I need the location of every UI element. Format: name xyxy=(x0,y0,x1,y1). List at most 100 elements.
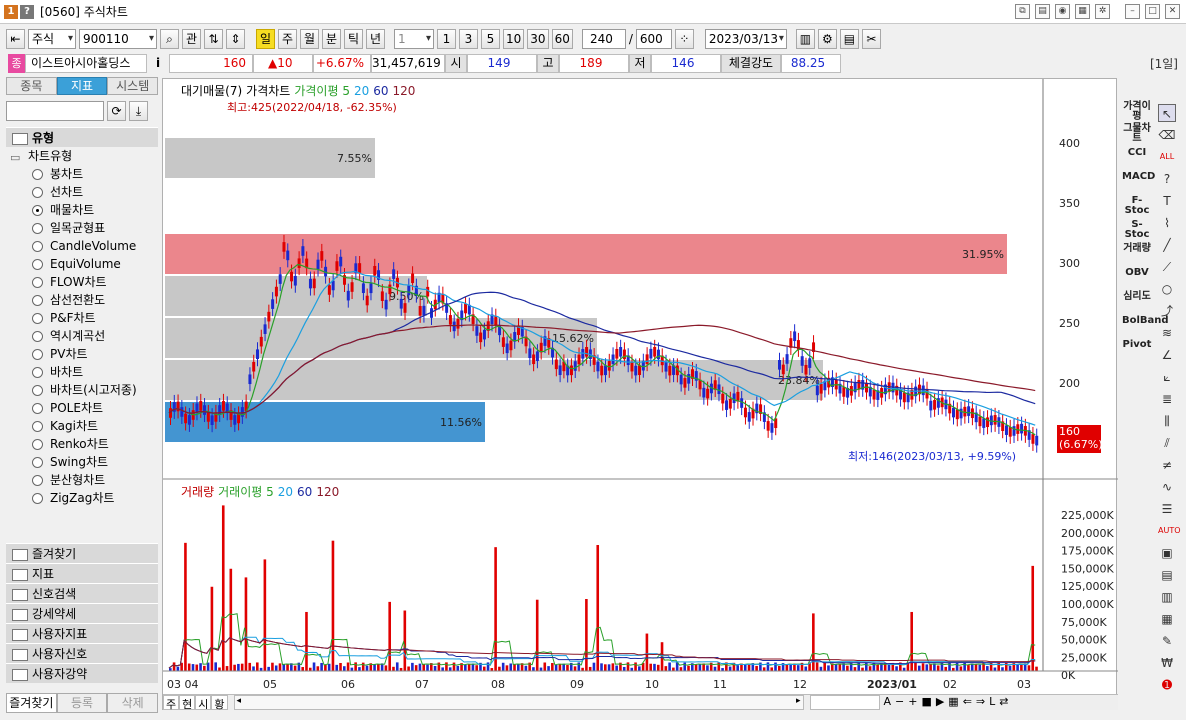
pattern-icon[interactable]: ⌇ xyxy=(1158,214,1176,232)
quick-60-button[interactable]: 60 xyxy=(551,29,573,49)
chart-type-option[interactable]: CandleVolume xyxy=(6,237,158,255)
indicator-search-input[interactable] xyxy=(6,101,104,121)
cycle-icon[interactable]: ⫼ xyxy=(1158,412,1176,430)
bar-chart-icon[interactable]: ▥ xyxy=(1158,588,1176,606)
chart-type-option[interactable]: 바차트 xyxy=(6,363,158,381)
tab-indicators[interactable]: 지표 xyxy=(56,77,108,95)
info-icon[interactable]: i xyxy=(147,56,169,70)
chart-type-option[interactable]: 분산형차트 xyxy=(6,471,158,489)
fan-icon[interactable]: ⟀ xyxy=(1158,368,1176,386)
left-section-item[interactable]: 즐겨찾기 xyxy=(6,543,158,563)
chart-svg[interactable]: 7.55%31.95%9.50%15.62%23.84%11.56%400350… xyxy=(163,79,1118,711)
prev-stock-icon[interactable]: ⇤ xyxy=(6,29,25,49)
zoom-icon[interactable]: ⁘ xyxy=(674,29,694,49)
gwan-button[interactable]: 관 xyxy=(182,29,201,49)
chart-type-option[interactable]: Swing차트 xyxy=(6,453,158,471)
left-section-item[interactable]: 지표 xyxy=(6,563,158,583)
left-section-item[interactable]: 사용자신호 xyxy=(6,643,158,663)
indicator-shortcut[interactable]: F-Stoc xyxy=(1122,196,1152,220)
count-stepper[interactable]: 240 xyxy=(581,29,626,49)
chart-settings-icon[interactable]: ⚙ xyxy=(817,29,837,49)
bottom-tab-status[interactable]: 황 xyxy=(211,695,228,711)
indicator-shortcut[interactable]: 거래량 xyxy=(1122,244,1152,268)
indicator-shortcut[interactable]: CCI xyxy=(1122,148,1152,172)
save-icon[interactable]: ▤ xyxy=(1035,4,1050,19)
legend-item[interactable]: 가격차트 xyxy=(246,84,290,98)
eraser-icon[interactable]: ⌫ xyxy=(1158,126,1176,144)
scroll-right-icon[interactable]: ▸ xyxy=(796,696,801,706)
favorites-tab[interactable]: 즐겨찾기 xyxy=(6,693,57,713)
link-icon[interactable]: ⧉ xyxy=(1015,4,1030,19)
indicator-shortcut[interactable]: 심리도 xyxy=(1122,292,1152,316)
document-icon[interactable]: ▤ xyxy=(1158,566,1176,584)
maximize-icon[interactable]: □ xyxy=(1145,4,1160,19)
period-month-button[interactable]: 월 xyxy=(300,29,319,49)
search-icon[interactable]: ⌕ xyxy=(160,29,179,49)
indicator-shortcut[interactable]: 가격이평 xyxy=(1122,102,1152,124)
cursor-icon[interactable]: ↖ xyxy=(1158,104,1176,122)
wave-icon[interactable]: ∿ xyxy=(1158,478,1176,496)
market-select[interactable]: 주식 xyxy=(28,29,76,49)
channel-icon[interactable]: ⫽ xyxy=(1158,434,1176,452)
legend-item[interactable]: 120 xyxy=(316,485,339,499)
chart-type-option[interactable]: 매물차트 xyxy=(6,201,158,219)
help-badge[interactable]: ? xyxy=(20,4,34,19)
indicator-shortcut[interactable]: S-Stoc xyxy=(1122,220,1152,244)
circle-icon[interactable]: ○ xyxy=(1158,280,1176,298)
stock-code-input[interactable]: 900110 xyxy=(79,29,157,49)
quick-30-button[interactable]: 30 xyxy=(527,29,549,49)
legend-item[interactable]: 거래량 xyxy=(181,485,214,499)
chart-type-option[interactable]: 바차트(시고저종) xyxy=(6,381,158,399)
left-section-item[interactable]: 사용자지표 xyxy=(6,623,158,643)
period-day-button[interactable]: 일 xyxy=(256,29,275,49)
indicator-shortcut[interactable]: MACD xyxy=(1122,172,1155,196)
indicator-shortcut[interactable]: BolBand xyxy=(1122,316,1169,340)
legend-item[interactable]: 20 xyxy=(278,485,293,499)
chart-type-option[interactable]: ZigZag차트 xyxy=(6,489,158,507)
table-icon[interactable]: ▦ xyxy=(1158,610,1176,628)
updown-icon[interactable]: ⇕ xyxy=(226,29,245,49)
left-section-item[interactable]: 신호검색 xyxy=(6,583,158,603)
zigzag-icon[interactable]: ≋ xyxy=(1158,324,1176,342)
legend-item[interactable]: 60 xyxy=(373,84,388,98)
chart-type-option[interactable]: 봉차트 xyxy=(6,165,158,183)
bottom-tab-market[interactable]: 시 xyxy=(195,695,212,711)
quick-5-button[interactable]: 5 xyxy=(481,29,500,49)
gann-icon[interactable]: ∠ xyxy=(1158,346,1176,364)
left-section-item[interactable]: 강세약세 xyxy=(6,603,158,623)
minimize-icon[interactable]: – xyxy=(1125,4,1140,19)
tab-stocks[interactable]: 종목 xyxy=(6,77,57,95)
quick-3-button[interactable]: 3 xyxy=(459,29,478,49)
chart-type-option[interactable]: Kagi차트 xyxy=(6,417,158,435)
legend-item[interactable]: 가격이평 5 xyxy=(294,84,350,98)
date-select[interactable]: 2023/03/13 xyxy=(704,29,787,49)
chart-type-option[interactable]: PV차트 xyxy=(6,345,158,363)
chart-print-icon[interactable]: ▤ xyxy=(839,29,859,49)
interval-select[interactable]: 1 xyxy=(394,29,434,49)
indicator-shortcut[interactable]: Pivot xyxy=(1122,340,1152,364)
chart-type-option[interactable]: 선차트 xyxy=(6,183,158,201)
auto-icon[interactable]: AUTO xyxy=(1158,522,1181,540)
period-week-button[interactable]: 주 xyxy=(278,29,297,49)
tab-system[interactable]: 시스템 xyxy=(107,77,159,95)
chart-type-option[interactable]: 역시계곡선 xyxy=(6,327,158,345)
left-section-item[interactable]: 사용자강약 xyxy=(6,663,158,683)
legend-item[interactable]: 60 xyxy=(297,485,312,499)
fibo-icon[interactable]: ≣ xyxy=(1158,390,1176,408)
download-icon[interactable]: ⤓ xyxy=(129,101,148,121)
legend-item[interactable]: 거래이평 5 xyxy=(218,485,274,499)
chart-save-icon[interactable]: ▥ xyxy=(795,29,815,49)
chart-type-option[interactable]: EquiVolume xyxy=(6,255,158,273)
trend-line-icon[interactable]: ⟋ xyxy=(1158,258,1176,276)
camera-icon[interactable]: ◉ xyxy=(1055,4,1070,19)
register-button[interactable]: 등록 xyxy=(56,693,108,713)
window-icon[interactable]: ▣ xyxy=(1158,544,1176,562)
period-year-button[interactable]: 년 xyxy=(366,29,385,49)
question-icon[interactable]: ? xyxy=(1158,170,1176,188)
chart-type-option[interactable]: Renko차트 xyxy=(6,435,158,453)
chart-type-option[interactable]: 일목균형표 xyxy=(6,219,158,237)
refresh-icon[interactable]: ⟳ xyxy=(107,101,126,121)
tree-chart-types[interactable]: ▭ 차트유형 xyxy=(6,147,158,165)
info-circle-icon[interactable]: ➊ xyxy=(1158,676,1176,694)
chart-tools-icon[interactable]: ✂ xyxy=(861,29,881,49)
